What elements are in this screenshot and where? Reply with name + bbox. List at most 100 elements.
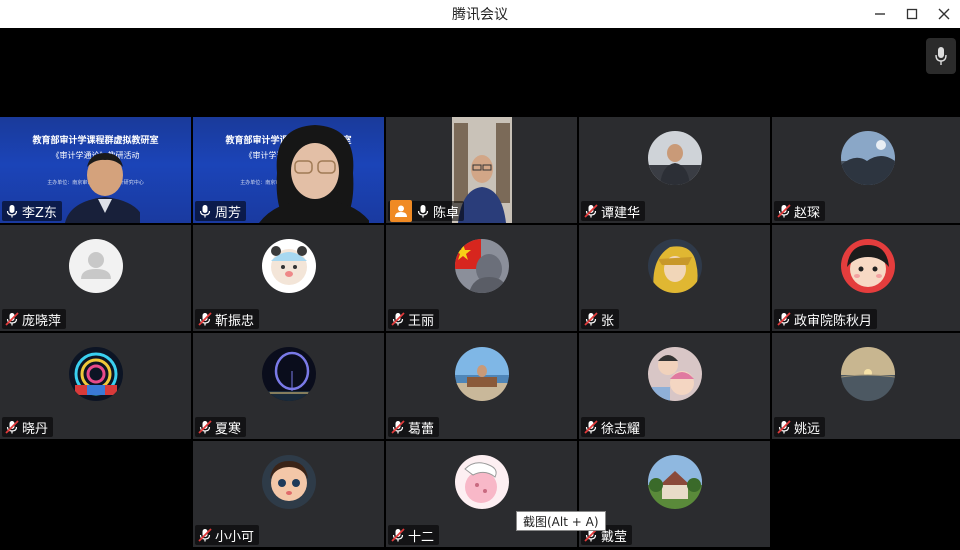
close-icon (938, 8, 950, 20)
minimize-icon (875, 13, 885, 15)
microphone-muted-icon (777, 204, 791, 218)
nameplate: 周芳 (195, 201, 247, 221)
participant-tile[interactable]: 政审院陈秋月 (772, 225, 960, 331)
participant-name: 赵琛 (794, 205, 821, 221)
participant-name: 政审院陈秋月 (794, 313, 873, 329)
presenter-video (65, 153, 140, 223)
microphone-icon (199, 205, 211, 218)
participant-avatar (648, 131, 702, 185)
participant-tile[interactable]: 赵琛 (772, 117, 960, 223)
nameplate: 徐志耀 (581, 417, 646, 437)
participant-tile[interactable]: 谭建华 (579, 117, 770, 223)
participant-avatar (69, 239, 123, 293)
presenter-video (259, 125, 369, 223)
nameplate: 靳振忠 (195, 309, 260, 329)
microphone-muted-icon (391, 528, 405, 542)
participant-name: 谭建华 (601, 205, 641, 221)
minimize-button[interactable] (864, 0, 896, 28)
participant-avatar (841, 131, 895, 185)
participant-name: 庞晓萍 (22, 313, 62, 329)
participant-avatar (455, 455, 509, 509)
participant-avatar (69, 347, 123, 401)
nameplate: 葛蕾 (388, 417, 440, 437)
participant-avatar (455, 239, 509, 293)
participant-name: 李Z东 (22, 205, 57, 221)
microphone-muted-icon (391, 420, 405, 434)
participant-avatar (841, 239, 895, 293)
banner-title: 教育部审计学课程群虚拟教研室 (32, 136, 159, 146)
nameplate: 夏寒 (195, 417, 247, 437)
participant-name: 周芳 (215, 205, 242, 221)
title-bar: 腾讯会议 (0, 0, 960, 28)
participant-avatar (262, 347, 316, 401)
participant-avatar (262, 239, 316, 293)
nameplate: 谭建华 (581, 201, 646, 221)
participant-name: 十二 (408, 529, 435, 545)
participant-tile[interactable]: 徐志耀 (579, 333, 770, 439)
microphone-muted-icon (198, 528, 212, 542)
nameplate: 赵琛 (774, 201, 826, 221)
nameplate: 小小可 (195, 525, 260, 545)
participant-tile[interactable]: 十二 (386, 441, 577, 547)
participant-tile[interactable]: 张 (579, 225, 770, 331)
participant-name: 徐志耀 (601, 421, 641, 437)
participant-tile[interactable]: 庞晓萍 (0, 225, 191, 331)
microphone-muted-icon (584, 420, 598, 434)
participant-tile[interactable]: 姚远 (772, 333, 960, 439)
microphone-muted-icon (198, 312, 212, 326)
participant-name: 葛蕾 (408, 421, 435, 437)
microphone-muted-icon (5, 312, 19, 326)
participant-avatar (648, 239, 702, 293)
participant-name: 陈卓 (433, 205, 460, 221)
window-title: 腾讯会议 (452, 7, 508, 23)
microphone-muted-icon (777, 420, 791, 434)
screenshot-tooltip: 截图(Alt + A) (516, 511, 606, 531)
microphone-muted-icon (584, 204, 598, 218)
participant-avatar (262, 455, 316, 509)
participant-name: 小小可 (215, 529, 255, 545)
microphone-icon (417, 205, 429, 218)
participant-avatar (648, 347, 702, 401)
participant-tile[interactable]: 教育部审计学课程群虚拟教研室 《审计学通论》教研活动 主办单位：南京审计大学 国… (0, 117, 191, 223)
nameplate: 陈卓 (388, 200, 465, 222)
user-icon (395, 205, 407, 217)
participant-tile[interactable]: 晓丹 (0, 333, 191, 439)
participant-tile[interactable]: 葛蕾 (386, 333, 577, 439)
microphone-muted-icon (584, 312, 598, 326)
participant-tile[interactable]: 靳振忠 (193, 225, 384, 331)
floating-mic-button[interactable] (926, 38, 956, 74)
nameplate: 庞晓萍 (2, 309, 67, 329)
participant-avatar (841, 347, 895, 401)
nameplate: 晓丹 (2, 417, 54, 437)
participant-name: 晓丹 (22, 421, 49, 437)
maximize-button[interactable] (896, 0, 928, 28)
host-badge (390, 200, 412, 222)
microphone-muted-icon (777, 312, 791, 326)
close-button[interactable] (928, 0, 960, 28)
participant-tile[interactable]: 小小可 (193, 441, 384, 547)
participant-name: 张 (601, 313, 615, 329)
nameplate: 张 (581, 309, 620, 329)
participant-tile[interactable]: 夏寒 (193, 333, 384, 439)
participant-tile[interactable]: 教育部审计学课程群虚拟教研室 《审计学通论》教研活动 主办单位：南京审计大学 国… (193, 117, 384, 223)
nameplate: 十二 (388, 525, 440, 545)
window-controls (864, 0, 960, 28)
participant-avatar (455, 347, 509, 401)
microphone-icon (935, 47, 947, 65)
participant-name: 靳振忠 (215, 313, 255, 329)
participant-name: 王丽 (408, 313, 435, 329)
nameplate: 李Z东 (2, 201, 62, 221)
participant-name: 姚远 (794, 421, 821, 437)
top-black-strip (0, 28, 960, 117)
maximize-icon (906, 8, 918, 20)
microphone-muted-icon (198, 420, 212, 434)
nameplate: 王丽 (388, 309, 440, 329)
nameplate: 政审院陈秋月 (774, 309, 878, 329)
participant-tile[interactable]: 戴莹 (579, 441, 770, 547)
participant-avatar (648, 455, 702, 509)
microphone-muted-icon (391, 312, 405, 326)
microphone-muted-icon (5, 420, 19, 434)
participant-tile[interactable]: 陈卓 (386, 117, 577, 223)
nameplate: 姚远 (774, 417, 826, 437)
participant-tile[interactable]: 王丽 (386, 225, 577, 331)
